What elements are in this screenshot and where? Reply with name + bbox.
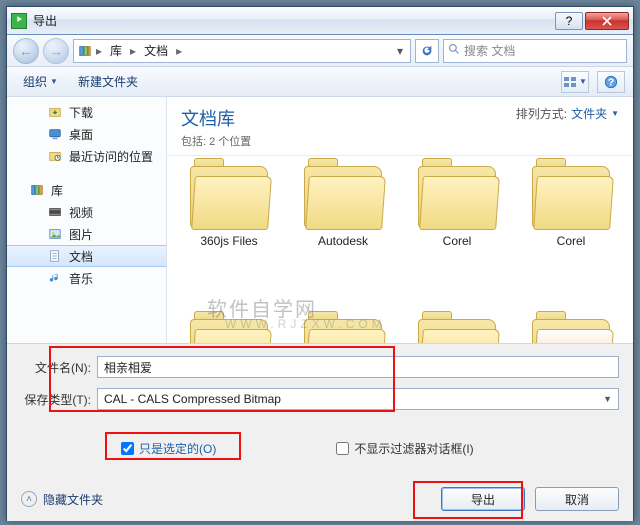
export-button[interactable]: 导出 [441, 487, 525, 511]
sidebar: 下载 桌面 最近访问的位置 库 视频 图片 [7, 97, 167, 343]
form-area: 文件名(N): 保存类型(T): CAL - CALS Compressed B… [7, 343, 633, 521]
chevron-right-icon: ▸ [94, 44, 104, 58]
filetype-combo[interactable]: CAL - CALS Compressed Bitmap ▼ [97, 388, 619, 410]
sidebar-item-documents[interactable]: 文档 [7, 245, 166, 267]
organize-button[interactable]: 组织 ▼ [15, 70, 66, 93]
library-subtitle: 包括: 2 个位置 [181, 133, 251, 149]
chevron-down-icon: ▼ [611, 109, 619, 118]
libraries-icon [29, 182, 45, 198]
sort-control[interactable]: 排列方式: 文件夹 ▼ [516, 105, 619, 122]
folder-icon [190, 166, 268, 228]
library-header: 文档库 包括: 2 个位置 排列方式: 文件夹 ▼ [167, 97, 633, 156]
navbar: ← → ▸ 库 ▸ 文档 ▸ ▾ 搜索 文档 [7, 35, 633, 67]
library-title: 文档库 [181, 105, 251, 131]
video-icon [47, 204, 63, 220]
libraries-icon [76, 44, 94, 58]
sidebar-item-label: 库 [51, 182, 63, 199]
sidebar-item-label: 视频 [69, 204, 93, 221]
view-options-button[interactable]: ▼ [561, 71, 589, 93]
folder-icon [532, 166, 610, 228]
breadcrumb[interactable]: ▸ 库 ▸ 文档 ▸ ▾ [73, 39, 411, 63]
sort-value[interactable]: 文件夹 [571, 105, 607, 122]
checkbox-label: 不显示过滤器对话框(I) [354, 440, 473, 457]
pictures-icon [47, 226, 63, 242]
checkbox-label: 只是选定的(O) [139, 440, 216, 457]
breadcrumb-root[interactable]: 库 [104, 40, 128, 62]
forward-button[interactable]: → [43, 38, 69, 64]
folder-icon [190, 319, 268, 343]
chevron-right-icon: ▸ [128, 44, 138, 58]
chevron-down-icon: ▼ [50, 77, 58, 86]
filetype-label: 保存类型(T): [21, 391, 97, 408]
search-input[interactable]: 搜索 文档 [443, 39, 627, 63]
back-button[interactable]: ← [13, 38, 39, 64]
filename-label: 文件名(N): [21, 359, 97, 376]
hide-folders-toggle[interactable]: ˄ 隐藏文件夹 [21, 491, 103, 508]
folder-icon [304, 166, 382, 228]
search-icon [448, 43, 460, 58]
close-button[interactable] [585, 12, 629, 30]
sidebar-item-downloads[interactable]: 下载 [7, 101, 166, 123]
toolbar: 组织 ▼ 新建文件夹 ▼ ? [7, 67, 633, 97]
new-folder-button[interactable]: 新建文件夹 [70, 70, 146, 93]
help-button[interactable]: ? [555, 12, 583, 30]
app-icon: ⯈ [11, 13, 27, 29]
sidebar-item-label: 下载 [69, 104, 93, 121]
sidebar-item-recent[interactable]: 最近访问的位置 [7, 145, 166, 167]
breadcrumb-sub[interactable]: 文档 [138, 40, 174, 62]
sidebar-item-desktop[interactable]: 桌面 [7, 123, 166, 145]
body: 下载 桌面 最近访问的位置 库 视频 图片 [7, 97, 633, 343]
export-dialog: ⯈ 导出 ? ← → ▸ 库 ▸ 文档 ▸ ▾ [6, 6, 634, 521]
desktop-icon [47, 126, 63, 142]
checkbox-input[interactable] [121, 442, 134, 455]
cancel-button[interactable]: 取消 [535, 487, 619, 511]
chevron-down-icon[interactable]: ▾ [392, 44, 408, 58]
folder-icon [304, 319, 382, 343]
sidebar-item-label: 最近访问的位置 [69, 148, 153, 165]
recent-icon [47, 148, 63, 164]
titlebar: ⯈ 导出 ? [7, 7, 633, 35]
folder-name: Corel [523, 234, 619, 248]
folder-item[interactable] [295, 319, 391, 343]
main-pane: 文档库 包括: 2 个位置 排列方式: 文件夹 ▼ 360js Files Au… [167, 97, 633, 343]
selected-only-checkbox[interactable]: 只是选定的(O) [121, 440, 216, 457]
folder-name: Corel [409, 234, 505, 248]
filename-input[interactable] [97, 356, 619, 378]
folder-name: 360js Files [181, 234, 277, 248]
window-title: 导出 [33, 12, 555, 29]
sidebar-item-label: 文档 [69, 248, 93, 265]
folder-item[interactable] [523, 319, 619, 343]
sidebar-item-videos[interactable]: 视频 [7, 201, 166, 223]
sidebar-item-label: 音乐 [69, 270, 93, 287]
downloads-icon [47, 104, 63, 120]
checkbox-input[interactable] [336, 442, 349, 455]
folder-name: Autodesk [295, 234, 391, 248]
sort-label: 排列方式: [516, 105, 567, 122]
folder-icon [532, 319, 610, 343]
folder-icon [418, 166, 496, 228]
help-icon-button[interactable]: ? [597, 71, 625, 93]
svg-text:?: ? [608, 76, 614, 88]
sidebar-item-music[interactable]: 音乐 [7, 267, 166, 289]
chevron-up-icon: ˄ [21, 491, 37, 507]
folder-item[interactable] [409, 319, 505, 343]
sidebar-libraries[interactable]: 库 [7, 179, 166, 201]
sidebar-item-pictures[interactable]: 图片 [7, 223, 166, 245]
music-icon [47, 270, 63, 286]
chevron-right-icon: ▸ [174, 44, 184, 58]
documents-icon [47, 248, 63, 264]
file-grid[interactable]: 360js Files Autodesk Corel Corel [167, 156, 633, 343]
window-buttons: ? [555, 12, 629, 30]
sidebar-item-label: 图片 [69, 226, 93, 243]
no-filter-dialog-checkbox[interactable]: 不显示过滤器对话框(I) [336, 440, 473, 457]
folder-item[interactable] [181, 319, 277, 343]
chevron-down-icon: ▼ [579, 77, 587, 86]
folder-icon [418, 319, 496, 343]
chevron-down-icon: ▼ [603, 394, 612, 404]
refresh-button[interactable] [415, 39, 439, 63]
sidebar-item-label: 桌面 [69, 126, 93, 143]
search-placeholder: 搜索 文档 [464, 42, 515, 59]
hide-folders-label: 隐藏文件夹 [43, 491, 103, 508]
filetype-value: CAL - CALS Compressed Bitmap [104, 392, 281, 406]
